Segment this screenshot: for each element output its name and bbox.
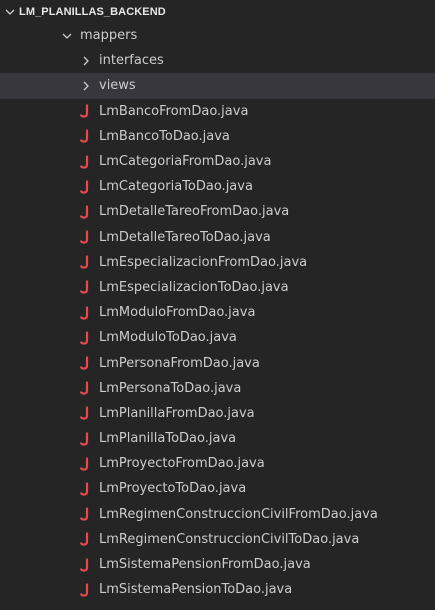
file-label: LmPlanillaToDao.java — [99, 431, 237, 447]
file-label: LmCategoriaFromDao.java — [99, 154, 272, 170]
file-item[interactable]: LmBancoToDao.java — [0, 124, 435, 149]
file-item[interactable]: LmPlanillaFromDao.java — [0, 401, 435, 426]
java-file-icon — [79, 331, 91, 345]
folder-label: interfaces — [99, 53, 164, 69]
file-label: LmProyectoToDao.java — [99, 481, 247, 497]
file-item[interactable]: LmBancoFromDao.java — [0, 99, 435, 124]
folder-interfaces[interactable]: interfaces — [0, 48, 435, 73]
java-file-icon — [79, 306, 91, 320]
file-item[interactable]: LmPersonaToDao.java — [0, 376, 435, 401]
file-item[interactable]: LmEspecializacionFromDao.java — [0, 250, 435, 275]
file-label: LmModuloFromDao.java — [99, 305, 256, 321]
java-file-icon — [79, 482, 91, 496]
file-label: LmModuloToDao.java — [99, 330, 237, 346]
file-item[interactable]: LmModuloToDao.java — [0, 325, 435, 350]
java-file-icon — [79, 356, 91, 370]
java-file-icon — [79, 457, 91, 471]
chevron-right-icon — [79, 79, 93, 93]
file-item[interactable]: LmModuloFromDao.java — [0, 300, 435, 325]
file-label: LmDetalleTareoFromDao.java — [99, 204, 290, 220]
folder-label: views — [99, 78, 136, 94]
file-item[interactable]: LmRegimenConstruccionCivilFromDao.java — [0, 502, 435, 527]
java-file-icon — [79, 507, 91, 521]
java-file-icon — [79, 280, 91, 295]
file-label: LmEspecializacionFromDao.java — [99, 254, 308, 270]
file-item[interactable]: LmCategoriaFromDao.java — [0, 149, 435, 174]
java-file-icon — [79, 557, 91, 572]
file-label: LmPlanillaFromDao.java — [99, 405, 255, 421]
file-label: LmSistemaPensionToDao.java — [99, 582, 293, 598]
file-item[interactable]: LmSistemaPensionToDao.java — [0, 577, 435, 602]
java-file-icon — [79, 129, 91, 144]
java-file-icon — [79, 431, 91, 446]
file-item[interactable]: LmEspecializacionToDao.java — [0, 275, 435, 300]
folder-label: mappers — [80, 28, 138, 44]
file-item[interactable]: LmCategoriaToDao.java — [0, 174, 435, 199]
workspace-root-label: LM_PLANILLAS_BACKEND — [19, 5, 166, 18]
chevron-down-icon — [3, 5, 17, 19]
file-item[interactable]: LmPlanillaToDao.java — [0, 426, 435, 451]
file-item[interactable]: LmProyectoToDao.java — [0, 476, 435, 501]
workspace-root-header[interactable]: LM_PLANILLAS_BACKEND — [0, 0, 435, 23]
file-label: LmPersonaFromDao.java — [99, 355, 260, 371]
file-item[interactable]: LmPersonaFromDao.java — [0, 350, 435, 375]
file-label: LmRegimenConstruccionCivilToDao.java — [99, 531, 360, 547]
file-label: LmBancoToDao.java — [99, 128, 230, 144]
file-label: LmProyectoFromDao.java — [99, 456, 265, 472]
file-label: LmBancoFromDao.java — [99, 103, 249, 119]
file-explorer: LM_PLANILLAS_BACKEND mappers interfaces … — [0, 0, 435, 610]
file-item[interactable]: LmRegimenConstruccionCivilToDao.java — [0, 527, 435, 552]
file-item[interactable]: LmDetalleTareoToDao.java — [0, 225, 435, 250]
java-file-icon — [79, 180, 91, 194]
file-label: LmCategoriaToDao.java — [99, 179, 253, 195]
file-tree: mappers interfaces views LmBancoFromDao.… — [0, 23, 435, 602]
java-file-icon — [79, 532, 91, 547]
file-item[interactable]: LmProyectoFromDao.java — [0, 451, 435, 476]
file-item[interactable]: LmSistemaPensionFromDao.java — [0, 552, 435, 577]
java-file-icon — [79, 583, 91, 597]
file-item[interactable]: LmDetalleTareoFromDao.java — [0, 199, 435, 224]
file-list: LmBancoFromDao.java LmBancoToDao.java LmCa… — [0, 99, 435, 603]
chevron-down-icon — [60, 29, 74, 43]
java-file-icon — [79, 381, 91, 395]
java-file-icon — [79, 255, 91, 269]
chevron-right-icon — [79, 54, 93, 68]
file-label: LmPersonaToDao.java — [99, 380, 242, 396]
file-label: LmEspecializacionToDao.java — [99, 279, 289, 295]
file-label: LmRegimenConstruccionCivilFromDao.java — [99, 506, 378, 522]
file-label: LmSistemaPensionFromDao.java — [99, 557, 311, 573]
file-label: LmDetalleTareoToDao.java — [99, 229, 271, 245]
java-file-icon — [79, 154, 91, 169]
java-file-icon — [79, 205, 91, 219]
folder-views[interactable]: views — [0, 73, 435, 99]
java-file-icon — [79, 104, 91, 118]
java-file-icon — [79, 230, 91, 244]
folder-mappers[interactable]: mappers — [0, 23, 435, 48]
java-file-icon — [79, 406, 91, 421]
